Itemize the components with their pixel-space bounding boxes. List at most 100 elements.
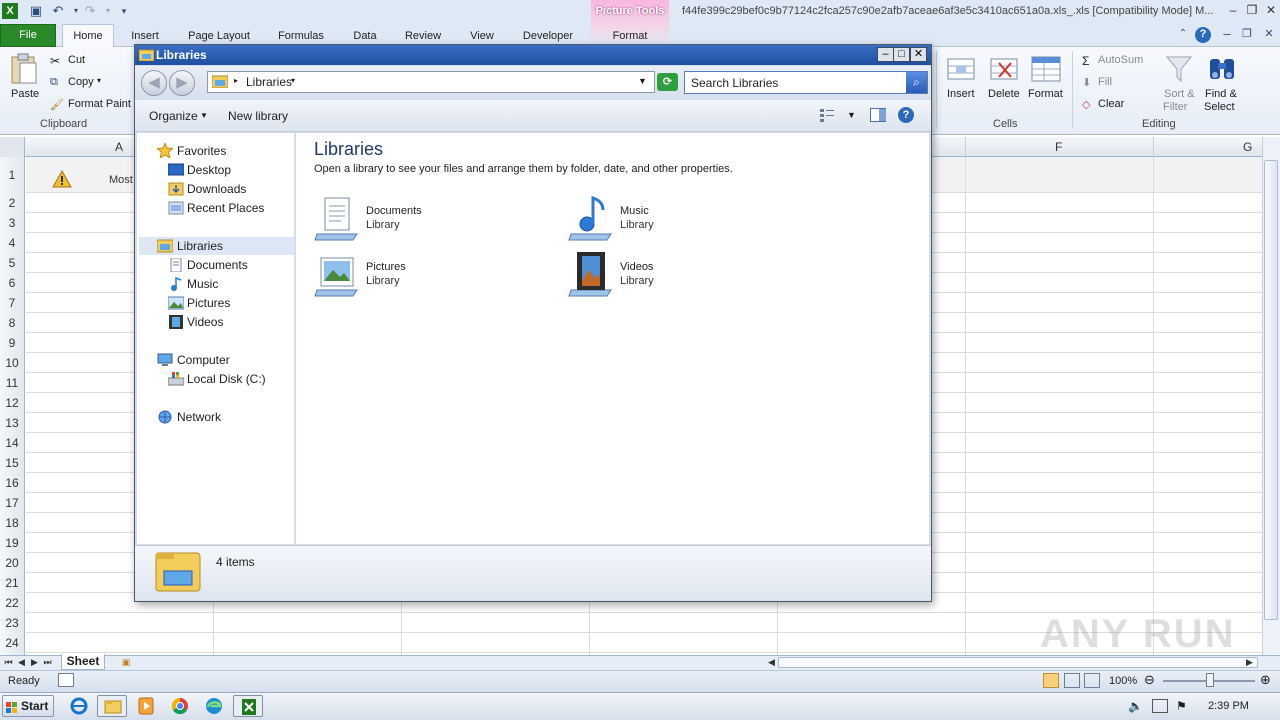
autosum-icon[interactable]: Σ xyxy=(1082,54,1089,68)
copy-button[interactable]: Copy xyxy=(68,76,94,88)
cut-icon[interactable]: ✂ xyxy=(50,54,60,68)
videos-library-icon[interactable] xyxy=(567,250,615,298)
row-header-20[interactable]: 20 xyxy=(0,556,24,570)
preview-pane-icon[interactable] xyxy=(870,108,886,122)
nav-computer[interactable]: Computer xyxy=(177,353,230,367)
row-header-1[interactable]: 1 xyxy=(0,168,24,182)
change-view-icon[interactable] xyxy=(819,108,835,122)
explorer-taskbar-icon[interactable] xyxy=(97,695,127,717)
row-header-21[interactable]: 21 xyxy=(0,576,24,590)
last-sheet-icon[interactable]: ⏭ xyxy=(42,655,53,669)
row-header-3[interactable]: 3 xyxy=(0,216,24,230)
fill-icon[interactable]: ⬇ xyxy=(1082,76,1091,89)
vertical-scroll-thumb[interactable] xyxy=(1264,160,1278,620)
row-header-14[interactable]: 14 xyxy=(0,436,24,450)
zoom-in-icon[interactable]: ⊕ xyxy=(1260,672,1271,688)
clear-button[interactable]: Clear xyxy=(1098,98,1124,110)
music-library-name[interactable]: Music xyxy=(620,205,649,217)
format-button[interactable]: Format xyxy=(1028,88,1063,100)
start-button[interactable]: Start xyxy=(2,695,54,717)
help-icon[interactable]: ? xyxy=(1195,27,1211,43)
cut-button[interactable]: Cut xyxy=(68,54,85,66)
minimize-icon[interactable]: – xyxy=(1224,3,1242,17)
pictures-library-icon[interactable] xyxy=(313,250,361,298)
zoom-slider-thumb[interactable] xyxy=(1206,673,1214,687)
music-library-icon[interactable] xyxy=(567,194,615,242)
nav-libraries[interactable]: Libraries xyxy=(177,239,223,253)
row-header-7[interactable]: 7 xyxy=(0,296,24,310)
documents-library-icon[interactable] xyxy=(313,194,361,242)
row-header-12[interactable]: 12 xyxy=(0,396,24,410)
next-sheet-icon[interactable]: ▶ xyxy=(29,655,40,669)
workbook-close-icon[interactable]: ✕ xyxy=(1262,27,1276,41)
nav-documents[interactable]: Documents xyxy=(187,258,248,272)
format-painter-button[interactable]: Format Paint xyxy=(68,98,131,110)
explorer-help-icon[interactable]: ? xyxy=(898,107,914,123)
workbook-minimize-icon[interactable]: – xyxy=(1220,27,1234,41)
row-header-4[interactable]: 4 xyxy=(0,236,24,250)
nav-videos[interactable]: Videos xyxy=(187,315,223,329)
fill-button[interactable]: Fill xyxy=(1098,76,1112,88)
forward-icon[interactable]: ▶ xyxy=(169,70,195,96)
page-break-view-icon[interactable] xyxy=(1084,673,1100,688)
redo-dropdown-icon[interactable]: ▾ xyxy=(100,3,116,19)
excel-app-icon[interactable]: X xyxy=(2,3,18,19)
find-select-button-line2[interactable]: Select xyxy=(1204,101,1235,113)
horizontal-scrollbar[interactable] xyxy=(778,657,1258,668)
address-history-icon[interactable]: ▼ xyxy=(638,76,647,86)
action-center-flag-icon[interactable]: ⚑ xyxy=(1176,699,1187,713)
pictures-library-name[interactable]: Pictures xyxy=(366,261,406,273)
row-header-9[interactable]: 9 xyxy=(0,336,24,350)
save-icon[interactable]: ▣ xyxy=(28,3,44,19)
scroll-left-icon[interactable]: ◀ xyxy=(766,655,777,669)
organize-button[interactable]: Organize xyxy=(149,109,198,123)
prev-sheet-icon[interactable]: ◀ xyxy=(16,655,27,669)
taskbar-clock[interactable]: 2:39 PM xyxy=(1208,700,1249,712)
row-header-17[interactable]: 17 xyxy=(0,496,24,510)
videos-library-name[interactable]: Videos xyxy=(620,261,653,273)
documents-library-name[interactable]: Documents xyxy=(366,205,422,217)
scroll-right-icon[interactable]: ▶ xyxy=(1244,655,1255,669)
select-all-corner[interactable] xyxy=(0,137,25,157)
first-sheet-icon[interactable]: ⏮ xyxy=(3,655,14,669)
autosum-button[interactable]: AutoSum xyxy=(1098,54,1143,66)
edge-taskbar-icon[interactable] xyxy=(199,695,229,717)
row-header-6[interactable]: 6 xyxy=(0,276,24,290)
macro-record-icon[interactable] xyxy=(58,673,74,687)
clear-icon[interactable]: ◇ xyxy=(1082,98,1090,111)
nav-network[interactable]: Network xyxy=(177,410,221,424)
chrome-taskbar-icon[interactable] xyxy=(165,695,195,717)
new-library-button[interactable]: New library xyxy=(228,109,288,123)
zoom-level[interactable]: 100% xyxy=(1109,675,1137,687)
customize-qat-icon[interactable]: ▾ xyxy=(116,3,132,19)
sheet-tab[interactable]: Sheet xyxy=(61,654,105,670)
view-dropdown-icon[interactable]: ▼ xyxy=(847,110,856,120)
row-header-15[interactable]: 15 xyxy=(0,456,24,470)
format-cells-icon[interactable] xyxy=(1030,53,1062,85)
organize-dropdown-icon[interactable]: ▼ xyxy=(200,111,208,120)
row-header-19[interactable]: 19 xyxy=(0,536,24,550)
row-header-23[interactable]: 23 xyxy=(0,616,24,630)
explorer-title-bar[interactable] xyxy=(135,45,931,65)
sort-filter-icon[interactable] xyxy=(1163,53,1195,85)
find-select-button[interactable]: Find & xyxy=(1205,88,1237,100)
column-header-g[interactable]: G xyxy=(1243,140,1252,154)
row-header-10[interactable]: 10 xyxy=(0,356,24,370)
row-header-5[interactable]: 5 xyxy=(0,256,24,270)
paste-icon[interactable] xyxy=(8,53,40,85)
tab-file[interactable]: File xyxy=(0,24,56,47)
sort-filter-button[interactable]: Sort & xyxy=(1164,88,1195,100)
network-tray-icon[interactable] xyxy=(1152,699,1168,713)
column-header-a[interactable]: A xyxy=(115,140,123,154)
delete-cells-icon[interactable] xyxy=(989,53,1021,85)
find-select-icon[interactable] xyxy=(1206,53,1238,85)
tab-home[interactable]: Home xyxy=(62,24,114,48)
explorer-maximize-icon[interactable]: □ xyxy=(893,47,910,62)
restore-icon[interactable]: ❐ xyxy=(1243,3,1261,17)
volume-icon[interactable]: 🔈 xyxy=(1128,699,1143,713)
copy-dropdown-icon[interactable]: ▾ xyxy=(97,76,101,85)
page-layout-view-icon[interactable] xyxy=(1064,673,1080,688)
undo-icon[interactable]: ↶ xyxy=(50,3,66,19)
minimize-ribbon-icon[interactable]: ⌃ xyxy=(1176,27,1190,41)
nav-downloads[interactable]: Downloads xyxy=(187,182,246,196)
